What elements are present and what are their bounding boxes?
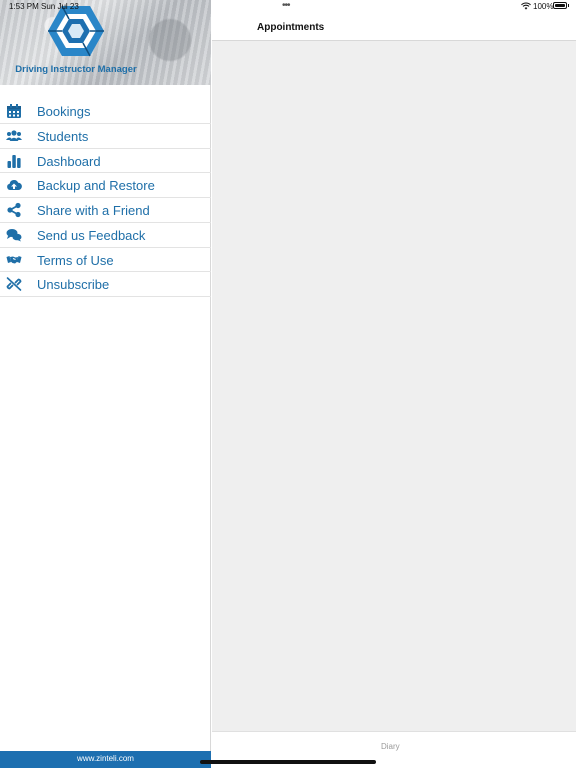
sidebar-item-label: Backup and Restore: [37, 178, 155, 194]
battery-percent: 100%: [533, 2, 554, 11]
status-date: Sun Jul 23: [41, 2, 79, 11]
wifi-icon: [521, 2, 531, 10]
sidebar-item-unsubscribe[interactable]: Unsubscribe: [0, 272, 211, 297]
sidebar-item-share[interactable]: Share with a Friend: [0, 198, 211, 223]
bar-chart-icon: [7, 154, 21, 168]
tab-diary[interactable]: Diary: [381, 742, 400, 751]
comments-icon: [6, 228, 22, 242]
sidebar-item-label: Bookings: [37, 104, 91, 119]
sidebar-item-label: Unsubscribe: [37, 277, 110, 293]
calendar-icon: [7, 104, 21, 118]
handshake-icon: [6, 255, 22, 263]
page-title: Appointments: [257, 22, 325, 33]
sidebar-item-terms[interactable]: Terms of Use: [0, 248, 211, 273]
sidebar-item-label: Students: [37, 128, 89, 144]
status-time: 1:53 PM: [9, 2, 39, 11]
website-link[interactable]: www.zinteli.com: [0, 751, 211, 768]
appointments-content: [212, 41, 576, 731]
home-indicator[interactable]: [200, 760, 376, 764]
battery-icon: [553, 2, 569, 9]
sidebar-item-dashboard[interactable]: Dashboard: [0, 149, 211, 174]
sidebar-item-label: Share with a Friend: [37, 203, 150, 218]
cloud-upload-icon: [7, 180, 22, 191]
sidebar-item-label: Dashboard: [37, 153, 101, 169]
multitasking-dots-icon[interactable]: •••: [282, 0, 290, 11]
sidebar-item-backup-restore[interactable]: Backup and Restore: [0, 173, 211, 198]
status-bar: 1:53 PM Sun Jul 23 ••• 100%: [0, 0, 576, 14]
sidebar-item-label: Terms of Use: [37, 252, 114, 268]
share-icon: [7, 202, 21, 218]
app-name: Driving Instructor Manager: [15, 64, 137, 75]
sidebar-item-feedback[interactable]: Send us Feedback: [0, 223, 211, 248]
sidebar-menu: Bookings Students Dashboard Backup and R…: [0, 99, 211, 297]
users-icon: [6, 130, 22, 141]
sidebar-item-bookings[interactable]: Bookings: [0, 99, 211, 124]
sidebar-item-label: Send us Feedback: [37, 227, 146, 243]
sidebar-item-students[interactable]: Students: [0, 124, 211, 149]
sidebar: Driving Instructor Manager Bookings Stud…: [0, 0, 211, 768]
unlink-icon: [6, 277, 22, 292]
